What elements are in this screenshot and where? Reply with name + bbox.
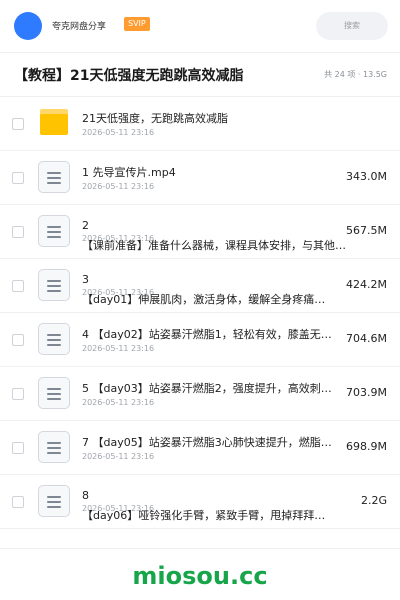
file-name: 【课前准备】准备什么器械，课程具体安排，与其他… — [82, 239, 346, 252]
svip-badge: SVIP — [124, 17, 150, 31]
document-icon — [38, 269, 70, 301]
document-icon — [38, 431, 70, 463]
watermark: miosou.cc — [132, 562, 268, 590]
file-size: 698.9M — [346, 440, 387, 453]
file-size: 703.9M — [346, 386, 387, 399]
file-row[interactable]: 2 2026-05-11 23:16 【课前准备】准备什么器械，课程具体安排，与… — [0, 205, 400, 259]
file-size: 424.2M — [346, 278, 387, 291]
document-icon — [38, 485, 70, 517]
file-number: 3 — [82, 273, 89, 286]
file-date: 2026-05-11 23:16 — [82, 182, 155, 191]
file-row[interactable]: 5 【day03】站姿暴汗燃脂2，强度提升，高效刺… 2026-05-11 23… — [0, 367, 400, 421]
file-name: 【day01】伸展肌肉，激活身体，缓解全身疼痛… — [82, 293, 326, 306]
select-checkbox[interactable] — [12, 388, 24, 400]
document-icon — [38, 161, 70, 193]
top-bar: 夸克网盘分享 SVIP 搜索 — [0, 0, 400, 52]
file-name: 1 先导宣传片.mp4 — [82, 166, 176, 179]
document-icon — [38, 323, 70, 355]
file-row[interactable]: 21天低强度，无跑跳高效减脂 2026-05-11 23:16 — [0, 97, 400, 151]
file-date: 2026-05-11 23:16 — [82, 398, 155, 407]
folder-icon — [40, 109, 68, 135]
document-icon — [38, 377, 70, 409]
file-name: 21天低强度，无跑跳高效减脂 — [82, 112, 228, 125]
select-checkbox[interactable] — [12, 118, 24, 130]
avatar[interactable] — [14, 12, 42, 40]
document-icon — [38, 215, 70, 247]
file-row[interactable]: 4 【day02】站姿暴汗燃脂1，轻松有效，膝盖无… 2026-05-11 23… — [0, 313, 400, 367]
divider — [0, 548, 400, 549]
divider — [0, 52, 400, 53]
select-checkbox[interactable] — [12, 280, 24, 292]
file-name: 7 【day05】站姿暴汗燃脂3心肺快速提升，燃脂… — [82, 436, 332, 449]
file-size: 704.6M — [346, 332, 387, 345]
file-date: 2026-05-11 23:16 — [82, 344, 155, 353]
file-size: 2.2G — [360, 494, 387, 507]
file-date: 2026-05-11 23:16 — [82, 452, 155, 461]
file-size: 343.0M — [346, 170, 387, 183]
file-size: 567.5M — [346, 224, 387, 237]
file-name: 4 【day02】站姿暴汗燃脂1，轻松有效，膝盖无… — [82, 328, 332, 341]
search-button[interactable]: 搜索 — [316, 12, 388, 40]
file-number: 8 — [82, 489, 89, 502]
file-name: 【day06】哑铃强化手臂，紧致手臂，甩掉拜拜… — [82, 509, 326, 522]
file-number: 2 — [82, 219, 89, 232]
select-checkbox[interactable] — [12, 442, 24, 454]
file-row[interactable]: 8 2026-05-11 23:16 【day06】哑铃强化手臂，紧致手臂，甩掉… — [0, 475, 400, 529]
select-checkbox[interactable] — [12, 172, 24, 184]
select-checkbox[interactable] — [12, 334, 24, 346]
file-row[interactable]: 7 【day05】站姿暴汗燃脂3心肺快速提升，燃脂… 2026-05-11 23… — [0, 421, 400, 475]
file-date: 2026-05-11 23:16 — [82, 128, 155, 137]
select-checkbox[interactable] — [12, 226, 24, 238]
share-title: 【教程】21天低强度无跑跳高效减脂 — [14, 68, 244, 84]
file-row[interactable]: 3 2026-05-11 23:16 【day01】伸展肌肉，激活身体，缓解全身… — [0, 259, 400, 313]
file-name: 5 【day03】站姿暴汗燃脂2，强度提升，高效刺… — [82, 382, 332, 395]
file-row[interactable]: 1 先导宣传片.mp4 2026-05-11 23:16 343.0M — [0, 151, 400, 205]
share-meta: 共 24 项 · 13.5G — [324, 70, 387, 79]
app-name: 夸克网盘分享 — [52, 22, 107, 32]
select-checkbox[interactable] — [12, 496, 24, 508]
